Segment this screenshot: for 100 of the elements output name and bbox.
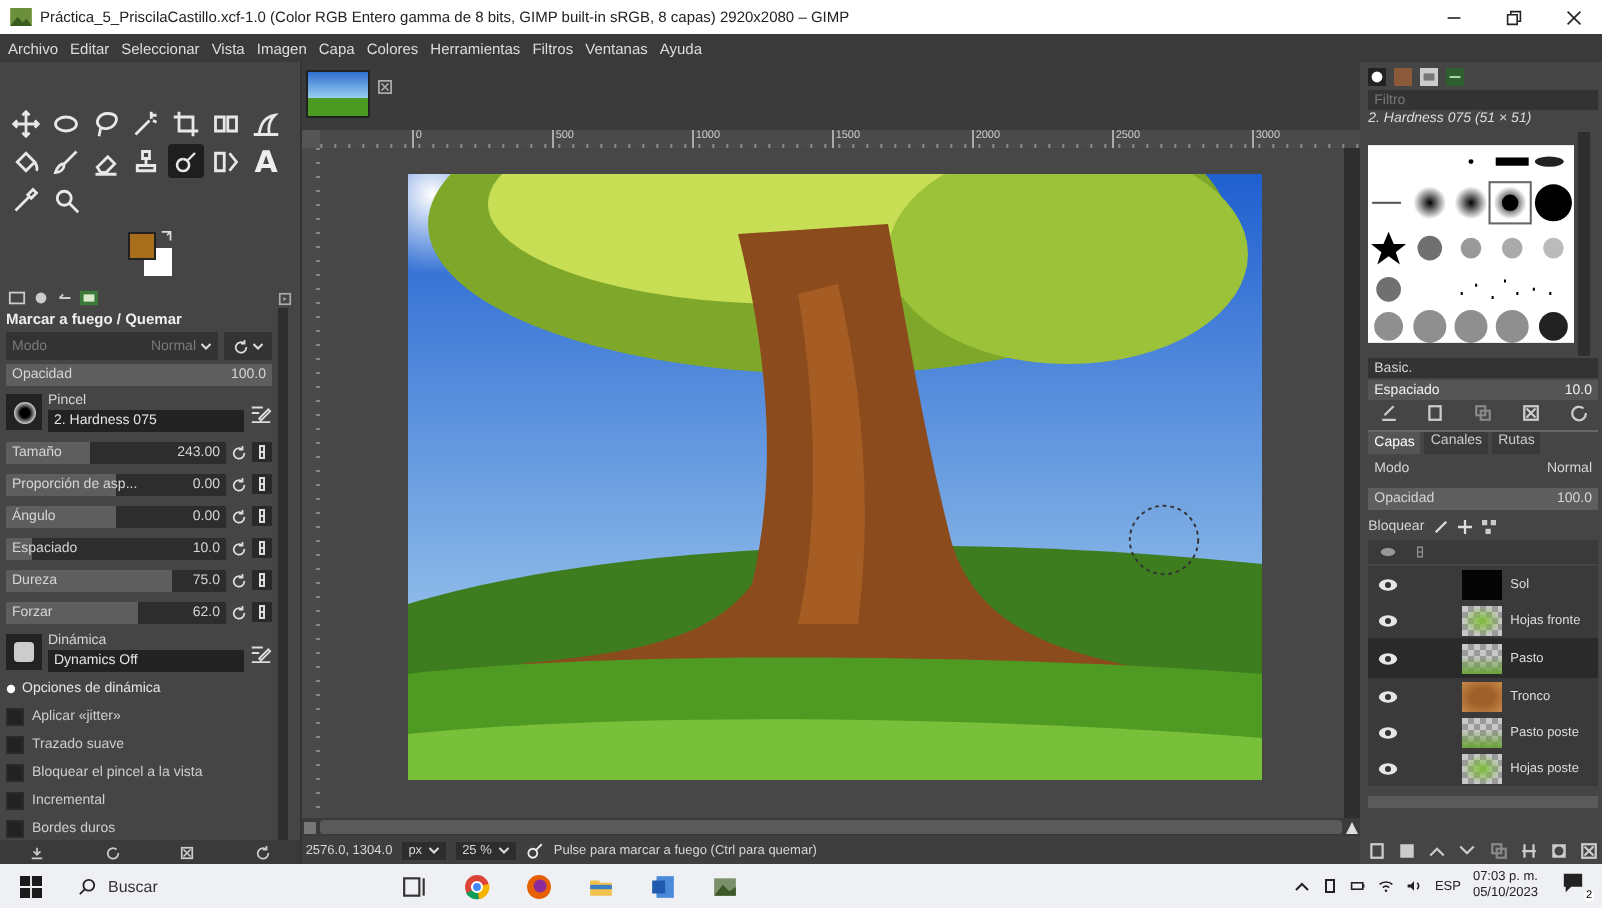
swap-icon[interactable] xyxy=(160,230,174,244)
picture-app-icon[interactable] xyxy=(712,873,738,899)
chevron-down-icon xyxy=(200,341,212,352)
chain-icon[interactable] xyxy=(252,506,272,527)
checkbox[interactable] xyxy=(6,735,24,754)
task-view-icon[interactable] xyxy=(402,873,428,899)
configure-icon[interactable] xyxy=(277,291,292,306)
hat-icon xyxy=(252,109,280,137)
search-icon xyxy=(78,877,96,895)
eye-icon[interactable] xyxy=(1378,651,1399,665)
tool-button[interactable] xyxy=(168,144,204,178)
delete-icon[interactable] xyxy=(1579,841,1598,859)
duplicate-icon[interactable] xyxy=(1474,404,1493,422)
edit-icon[interactable] xyxy=(1379,404,1398,422)
lock-pixels-icon[interactable] xyxy=(1434,520,1449,534)
restore-icon[interactable] xyxy=(1506,9,1522,25)
checkbox[interactable] xyxy=(6,707,24,726)
caret-up-icon[interactable] xyxy=(1294,878,1311,894)
notification-icon[interactable] xyxy=(1562,872,1584,894)
color-swatches-drawing[interactable] xyxy=(128,232,172,276)
lower-icon[interactable] xyxy=(1458,841,1477,859)
eye-icon[interactable] xyxy=(1378,725,1399,739)
lock-position-icon[interactable] xyxy=(1458,520,1473,534)
reset-icon[interactable] xyxy=(232,605,246,620)
new-icon[interactable] xyxy=(1426,404,1445,422)
checkbox[interactable] xyxy=(6,819,24,838)
layer-thumbnail xyxy=(1462,605,1503,635)
duplicate-icon[interactable] xyxy=(1489,841,1508,859)
burn-icon xyxy=(174,147,198,175)
save-icon[interactable] xyxy=(30,845,45,860)
tool-options-tab-icon[interactable] xyxy=(8,290,26,307)
bucket-icon xyxy=(12,147,40,175)
speaker-icon[interactable] xyxy=(1406,878,1423,894)
eye-icon[interactable] xyxy=(1378,689,1399,703)
chain-icon[interactable] xyxy=(252,442,272,463)
brushes-tab-icon[interactable] xyxy=(1368,68,1387,86)
search-field[interactable]: Buscar xyxy=(62,864,362,908)
edit-icon[interactable] xyxy=(250,641,272,664)
brush-cursor-icon xyxy=(1125,502,1202,578)
wand-icon xyxy=(132,109,160,137)
layer-thumbnail xyxy=(1462,717,1503,747)
eyedropper-icon xyxy=(12,185,40,213)
checkbox[interactable] xyxy=(6,763,24,782)
chain-icon[interactable] xyxy=(252,538,272,559)
burn-icon xyxy=(525,841,544,859)
checkbox[interactable] xyxy=(6,791,24,810)
edit-icon[interactable] xyxy=(250,401,272,424)
delete-icon[interactable] xyxy=(1521,404,1540,422)
reset-icon[interactable] xyxy=(232,477,246,492)
battery-icon[interactable] xyxy=(1350,878,1367,894)
device-icon[interactable] xyxy=(1322,878,1339,894)
text-tool-button[interactable]: A xyxy=(248,144,284,178)
windows-logo-icon[interactable] xyxy=(20,875,42,897)
mask-icon[interactable] xyxy=(1549,841,1568,859)
zoom-icon xyxy=(52,185,80,213)
chain-icon xyxy=(1412,546,1429,558)
reset-icon[interactable] xyxy=(232,573,246,588)
image-thumbnail[interactable] xyxy=(305,70,370,118)
vertical-scrollbar[interactable] xyxy=(1344,148,1361,818)
image-tab-icon[interactable] xyxy=(80,290,98,307)
chain-icon[interactable] xyxy=(252,474,272,495)
reset-icon[interactable] xyxy=(232,509,246,524)
layer-thumbnail xyxy=(1462,753,1503,783)
fonts-tab-icon[interactable] xyxy=(1420,68,1439,86)
crop-icon xyxy=(172,109,200,137)
dynamics-preview-icon[interactable] xyxy=(6,634,42,671)
eye-icon[interactable] xyxy=(1378,577,1399,591)
layer-thumbnail xyxy=(1462,681,1503,711)
chevron-down-icon xyxy=(428,845,441,855)
document-app-icon[interactable] xyxy=(650,873,676,899)
document-history-tab-icon[interactable] xyxy=(1446,68,1465,86)
reset-icon[interactable] xyxy=(232,445,246,460)
brush-preview-icon[interactable] xyxy=(6,394,42,431)
layer-group-icon[interactable] xyxy=(1398,841,1417,859)
app-icon xyxy=(10,8,32,26)
refresh-icon[interactable] xyxy=(1569,404,1588,422)
tool-button[interactable] xyxy=(8,106,44,140)
eye-icon[interactable] xyxy=(1378,761,1399,775)
lock-alpha-icon[interactable] xyxy=(1482,520,1497,534)
reset-icon[interactable] xyxy=(232,541,246,556)
stamp-icon xyxy=(132,147,160,175)
reset-icon xyxy=(233,339,247,354)
chain-icon[interactable] xyxy=(252,602,272,623)
anchor-icon[interactable] xyxy=(1519,841,1538,859)
reset-icon[interactable] xyxy=(255,845,270,860)
chain-icon[interactable] xyxy=(252,570,272,591)
delete-icon[interactable] xyxy=(180,845,195,860)
navigate-icon[interactable] xyxy=(301,819,318,835)
reset-dropdown[interactable] xyxy=(224,332,272,361)
device-status-tab-icon[interactable] xyxy=(32,290,50,307)
close-icon[interactable] xyxy=(1566,9,1582,25)
chevron-down-icon xyxy=(251,341,263,352)
fox-browser-icon[interactable] xyxy=(526,873,552,899)
wifi-icon[interactable] xyxy=(1378,878,1395,894)
eye-icon[interactable] xyxy=(1378,613,1399,627)
tool-button[interactable] xyxy=(168,106,204,140)
new-layer-icon[interactable] xyxy=(1368,841,1387,859)
browser-icon[interactable] xyxy=(464,873,490,899)
horizontal-scrollbar[interactable] xyxy=(319,820,1343,834)
paintbrush-icon xyxy=(52,147,80,175)
